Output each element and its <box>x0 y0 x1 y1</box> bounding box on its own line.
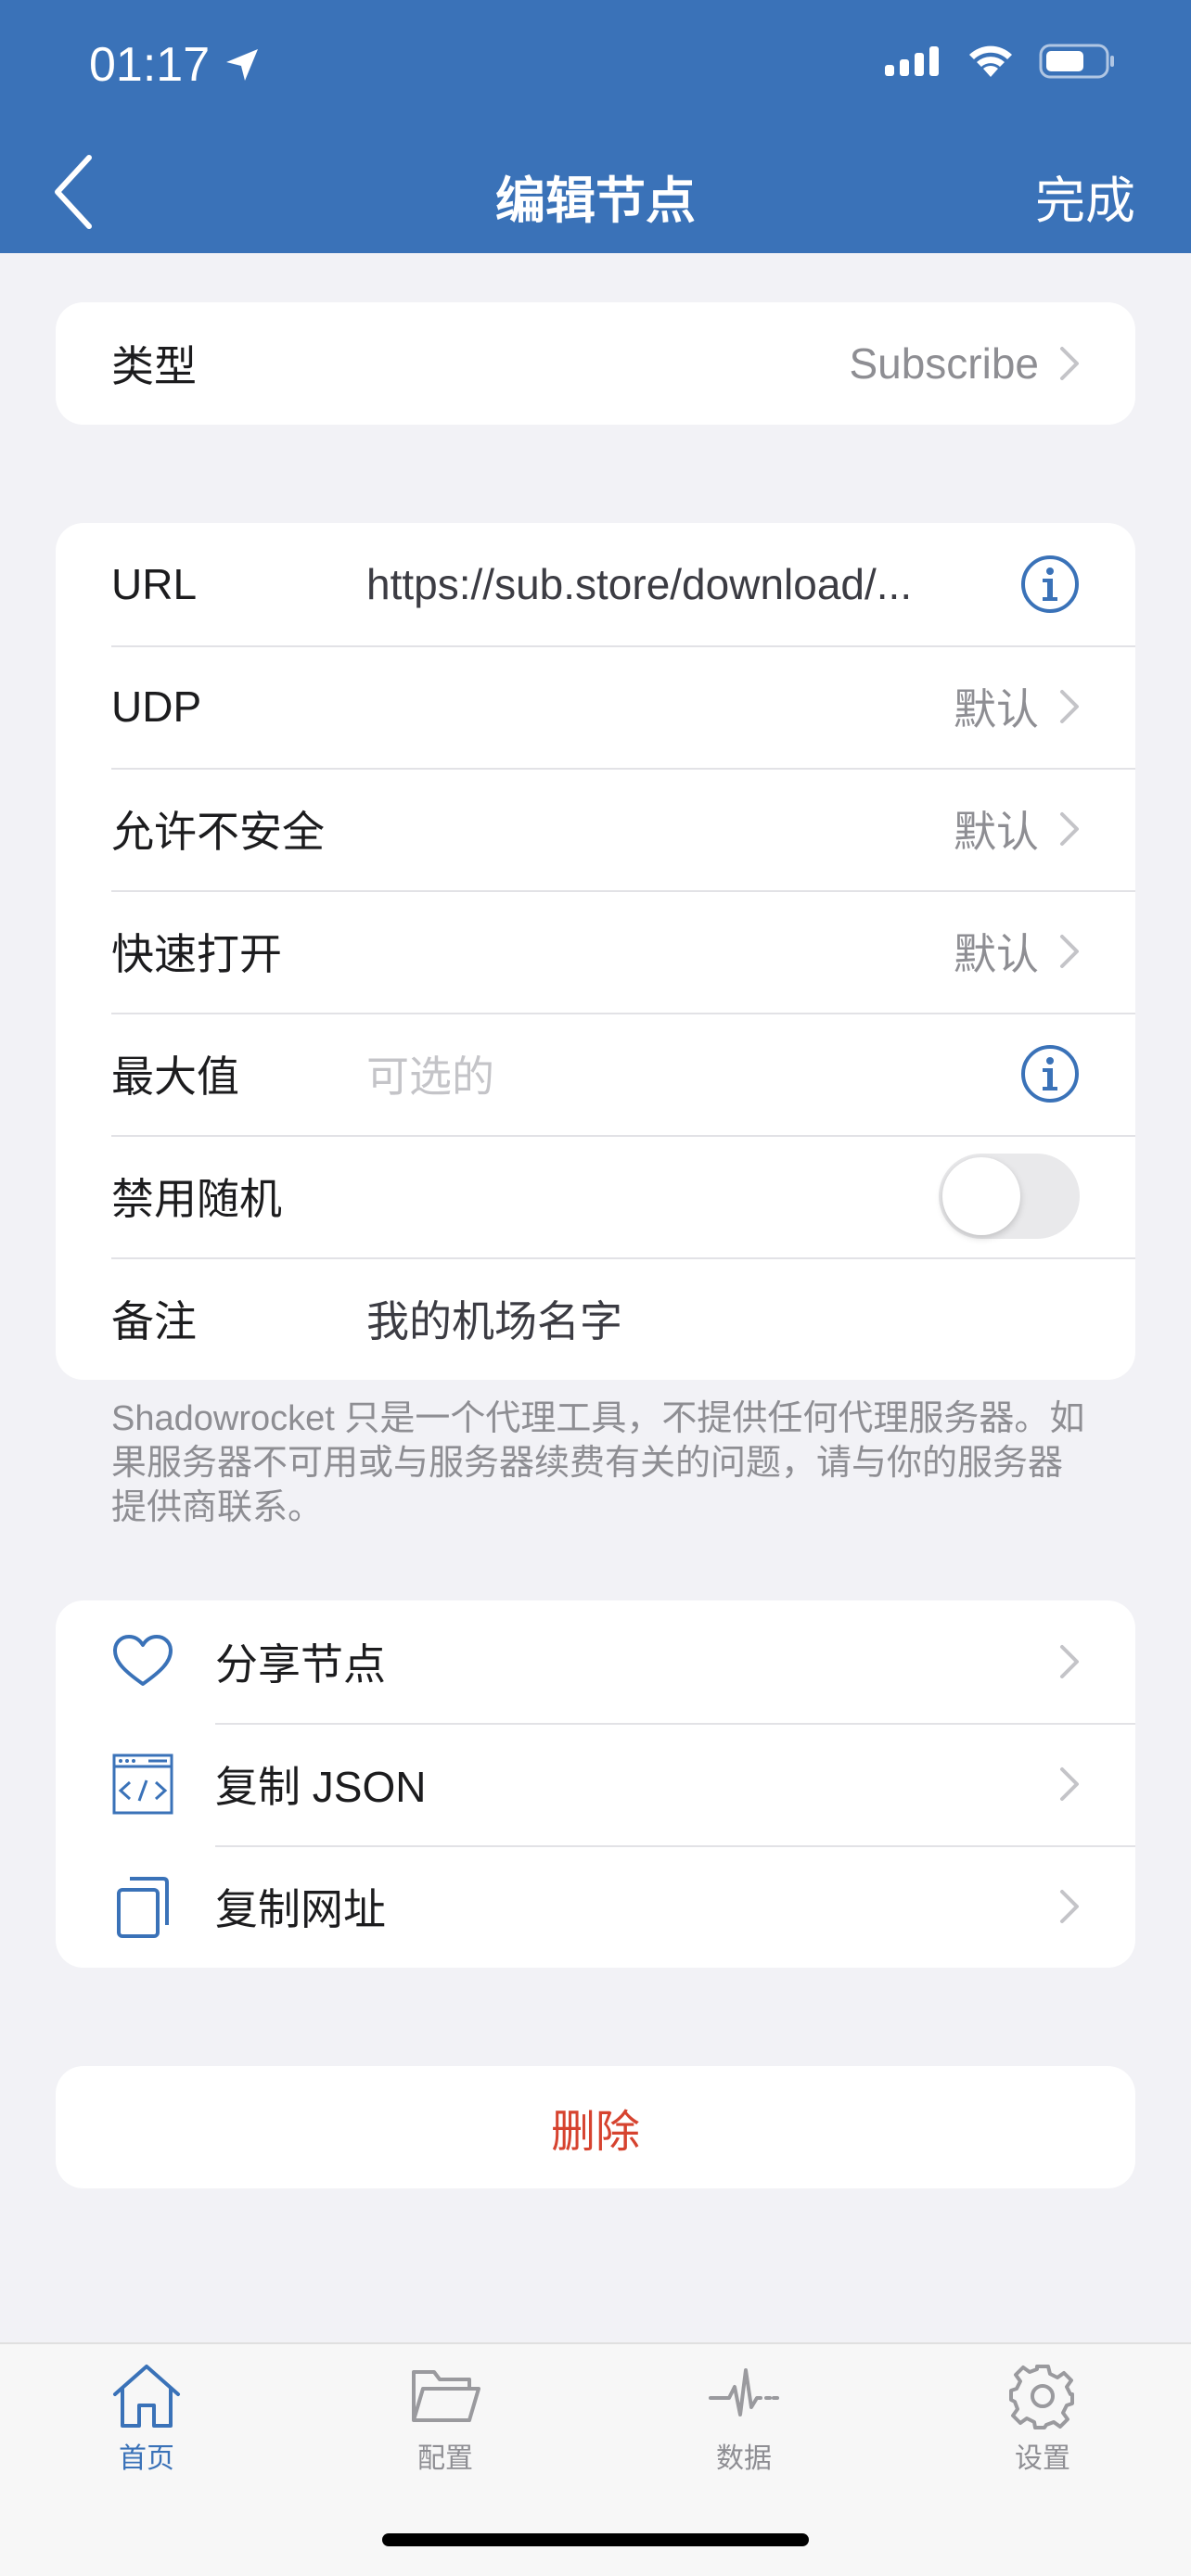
allow-insecure-row[interactable]: 允许不安全 默认 <box>56 768 1135 890</box>
disable-random-toggle[interactable] <box>939 1154 1080 1239</box>
navigation-header: 01:17 编辑节点 完成 <box>0 0 1191 253</box>
max-value-label: 最大值 <box>111 1052 239 1101</box>
battery-icon <box>1039 44 1114 79</box>
allow-insecure-value: 默认 <box>954 808 1039 856</box>
settings-card: URL https://sub.store/download/... UDP 默… <box>56 523 1135 1380</box>
share-node-label: 分享节点 <box>215 1640 386 1689</box>
tab-settings-label: 设置 <box>1015 2443 1070 2474</box>
chevron-right-icon <box>1060 1645 1079 1678</box>
chevron-right-icon <box>1060 347 1079 380</box>
status-bar-time: 01:17 <box>89 37 262 93</box>
cellular-signal-icon <box>885 46 939 76</box>
location-arrow-icon <box>226 49 259 81</box>
actions-card: 分享节点 复制 JSON 复制网址 <box>56 1600 1135 1968</box>
info-icon[interactable] <box>1020 555 1080 614</box>
type-card: 类型 Subscribe <box>56 302 1135 425</box>
gear-icon <box>1009 2365 1074 2429</box>
fast-open-row[interactable]: 快速打开 默认 <box>56 890 1135 1013</box>
allow-insecure-label: 允许不安全 <box>111 808 325 856</box>
udp-label: UDP <box>111 682 202 731</box>
max-value-input[interactable]: 可选的 <box>366 1043 983 1104</box>
fast-open-value: 默认 <box>954 930 1039 978</box>
max-value-row: 最大值 可选的 <box>56 1013 1135 1135</box>
type-label: 类型 <box>111 342 197 390</box>
remark-field[interactable]: 我的机场名字 <box>366 1288 1080 1349</box>
url-row[interactable]: URL https://sub.store/download/... <box>56 523 1135 645</box>
page-title: 编辑节点 <box>495 173 696 229</box>
disable-random-row: 禁用随机 <box>56 1135 1135 1257</box>
tab-home[interactable]: 首页 <box>63 2363 230 2476</box>
heart-icon <box>113 1635 173 1686</box>
tab-home-label: 首页 <box>119 2443 174 2474</box>
home-indicator <box>382 2533 809 2546</box>
chevron-right-icon <box>1060 1767 1079 1801</box>
fast-open-label: 快速打开 <box>111 930 282 978</box>
udp-value: 默认 <box>954 685 1039 733</box>
wifi-icon <box>969 45 1012 77</box>
remark-row: 备注 我的机场名字 <box>56 1257 1135 1380</box>
url-field[interactable]: https://sub.store/download/... <box>366 559 983 609</box>
disable-random-label: 禁用随机 <box>111 1175 282 1223</box>
tab-data-label: 数据 <box>716 2443 772 2474</box>
chevron-right-icon <box>1060 1890 1079 1923</box>
delete-label: 删除 <box>550 2108 640 2157</box>
chevron-right-icon <box>1060 812 1079 846</box>
share-node-row[interactable]: 分享节点 <box>56 1600 1135 1723</box>
copy-icon <box>117 1877 169 1938</box>
pulse-icon <box>709 2368 779 2417</box>
type-row[interactable]: 类型 Subscribe <box>56 302 1135 425</box>
home-icon <box>113 2365 180 2428</box>
copy-url-row[interactable]: 复制网址 <box>56 1845 1135 1968</box>
url-label: URL <box>111 560 198 608</box>
delete-button[interactable]: 删除 <box>56 2066 1135 2188</box>
done-button[interactable]: 完成 <box>1035 159 1135 233</box>
status-icons <box>885 43 1117 80</box>
tab-data[interactable]: 数据 <box>660 2363 827 2476</box>
toggle-knob <box>942 1157 1020 1235</box>
disclaimer-text: Shadowrocket 只是一个代理工具，不提供任何代理服务器。如果服务器不可… <box>111 1399 1085 1527</box>
copy-url-label: 复制网址 <box>215 1885 386 1933</box>
chevron-right-icon <box>1060 690 1079 723</box>
code-icon <box>112 1753 173 1815</box>
type-value: Subscribe <box>849 339 1039 388</box>
tab-config-label: 配置 <box>417 2443 473 2474</box>
remark-label: 备注 <box>111 1297 197 1345</box>
info-icon[interactable] <box>1020 1044 1080 1103</box>
copy-json-row[interactable]: 复制 JSON <box>56 1723 1135 1845</box>
udp-row[interactable]: UDP 默认 <box>56 645 1135 768</box>
time-text: 01:17 <box>89 38 211 92</box>
tab-config[interactable]: 配置 <box>362 2363 529 2476</box>
copy-json-label: 复制 JSON <box>215 1763 427 1811</box>
folder-icon <box>412 2370 480 2422</box>
chevron-right-icon <box>1060 935 1079 968</box>
tab-settings[interactable]: 设置 <box>959 2363 1126 2476</box>
